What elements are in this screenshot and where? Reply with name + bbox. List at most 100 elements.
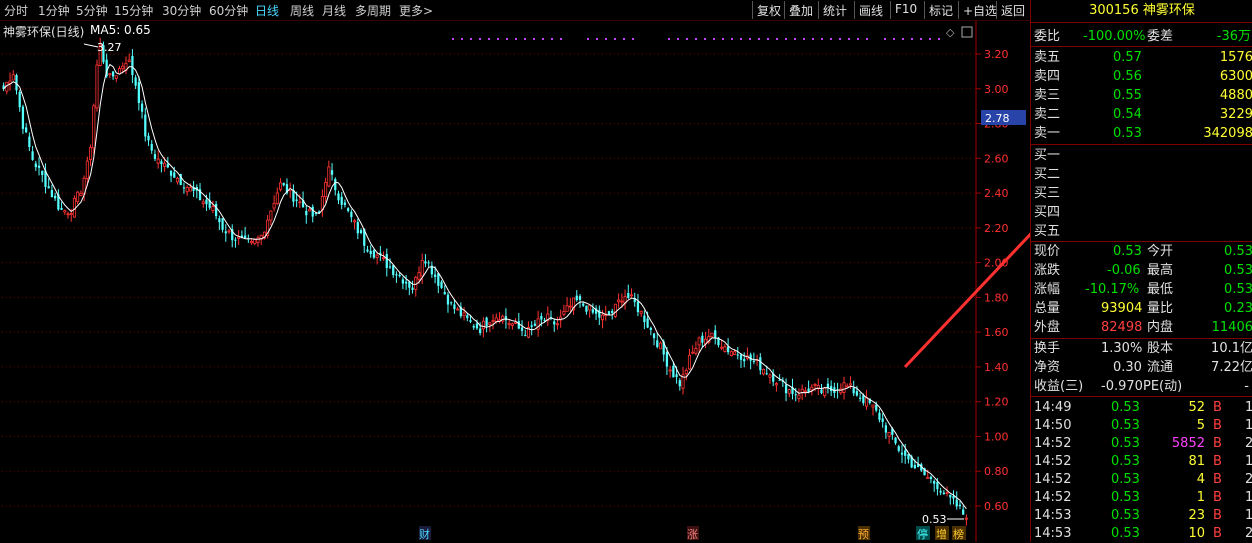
event-dot bbox=[848, 38, 850, 40]
candle bbox=[359, 228, 363, 235]
candle bbox=[591, 303, 594, 315]
candle bbox=[691, 345, 695, 355]
candle bbox=[134, 74, 137, 89]
back-button[interactable]: 返回 bbox=[996, 1, 1029, 19]
candle bbox=[21, 104, 25, 134]
ask-row: 卖一 0.53 342098 bbox=[1034, 126, 1252, 141]
candle bbox=[221, 218, 224, 233]
diamond-icon: ◇ bbox=[946, 26, 955, 39]
event-dot bbox=[884, 38, 886, 40]
period-tab-fenshi[interactable]: 分时 bbox=[4, 2, 28, 19]
candle bbox=[79, 190, 83, 197]
mark-button[interactable]: 标记 bbox=[924, 1, 957, 19]
candle bbox=[256, 235, 260, 247]
candle bbox=[530, 321, 533, 336]
candle bbox=[555, 316, 559, 330]
candle bbox=[124, 56, 128, 75]
draw-line-button[interactable]: 画线 bbox=[854, 1, 887, 19]
candle bbox=[41, 170, 44, 183]
adjust-button[interactable]: 复权 bbox=[752, 1, 785, 19]
candle bbox=[639, 310, 643, 317]
period-tab-monthly[interactable]: 月线 bbox=[322, 2, 346, 19]
period-tab-daily[interactable]: 日线 bbox=[255, 2, 279, 19]
statistics-button[interactable]: 统计 bbox=[818, 1, 851, 19]
candle bbox=[160, 159, 163, 173]
candle bbox=[839, 383, 843, 395]
event-marker-zeng: 增 bbox=[936, 527, 947, 541]
period-tab-weekly[interactable]: 周线 bbox=[290, 2, 314, 19]
candle bbox=[330, 163, 334, 181]
period-tab-more[interactable]: 更多> bbox=[399, 2, 433, 19]
candle bbox=[942, 490, 945, 495]
candle bbox=[658, 341, 663, 350]
tick-time: 14:52 bbox=[1034, 454, 1072, 469]
event-dot bbox=[803, 38, 805, 40]
candle bbox=[5, 81, 9, 95]
stock-code: 300156 bbox=[1089, 3, 1139, 18]
candle bbox=[472, 324, 475, 330]
tick-row: 14:53 0.53 23 B 1 bbox=[1031, 506, 1252, 525]
period-tab-15min[interactable]: 15分钟 bbox=[114, 2, 153, 19]
candle bbox=[411, 280, 414, 294]
period-tab-5min[interactable]: 5分钟 bbox=[76, 2, 108, 19]
event-dot bbox=[461, 38, 463, 40]
event-dot bbox=[686, 38, 688, 40]
candle bbox=[72, 195, 76, 218]
event-marker-yu: 预 bbox=[858, 528, 869, 541]
event-dot bbox=[740, 38, 742, 40]
candle bbox=[952, 490, 955, 505]
tick-price: 0.53 bbox=[1111, 436, 1140, 451]
tick-side: B bbox=[1213, 490, 1222, 505]
event-dot bbox=[677, 38, 679, 40]
event-dot bbox=[920, 38, 922, 40]
candle bbox=[446, 292, 450, 313]
event-dot bbox=[929, 38, 931, 40]
period-tab-60min[interactable]: 60分钟 bbox=[209, 2, 248, 19]
tick-side: B bbox=[1213, 418, 1222, 433]
event-dot bbox=[605, 38, 607, 40]
tick-price: 0.53 bbox=[1111, 472, 1140, 487]
candle bbox=[845, 383, 849, 388]
candle bbox=[76, 190, 80, 205]
candle bbox=[2, 82, 5, 92]
tick-price: 0.53 bbox=[1111, 454, 1140, 469]
candle bbox=[871, 404, 875, 416]
add-watchlist-button[interactable]: +自选 bbox=[958, 1, 1001, 19]
event-dot bbox=[551, 38, 553, 40]
event-dot bbox=[866, 38, 868, 40]
candle bbox=[929, 475, 933, 484]
candle bbox=[11, 70, 15, 81]
event-marker-bang: 榜 bbox=[953, 527, 964, 541]
tick-price: 0.53 bbox=[1111, 508, 1140, 523]
overlay-button[interactable]: 叠加 bbox=[784, 1, 817, 19]
f10-button[interactable]: F10 bbox=[890, 1, 921, 19]
candle bbox=[305, 205, 308, 224]
price-tick-label: 3.00 bbox=[984, 83, 1009, 96]
candle bbox=[520, 320, 524, 337]
price-tick-label: 2.40 bbox=[984, 187, 1009, 200]
candle bbox=[140, 100, 144, 119]
candle bbox=[768, 373, 772, 384]
tick-price: 0.53 bbox=[1111, 400, 1140, 415]
event-dot bbox=[713, 38, 715, 40]
event-dot bbox=[758, 38, 760, 40]
period-tab-1min[interactable]: 1分钟 bbox=[38, 2, 70, 19]
candle bbox=[852, 380, 855, 397]
candle bbox=[629, 288, 634, 298]
candlestick-chart[interactable]: 3.203.002.802.602.402.202.001.801.601.40… bbox=[0, 21, 1030, 542]
tick-volume: 81 bbox=[1188, 454, 1205, 469]
stat-row: 涨幅 -10.17% 最低 0.53 bbox=[1034, 282, 1252, 297]
low-annotation: 0.53 bbox=[922, 513, 964, 526]
event-dot bbox=[902, 38, 904, 40]
tick-side: B bbox=[1213, 436, 1222, 451]
event-marker-cai: 财 bbox=[419, 527, 430, 541]
event-dots bbox=[452, 38, 940, 40]
candle bbox=[92, 103, 96, 155]
period-tab-multi[interactable]: 多周期 bbox=[355, 2, 391, 19]
candle bbox=[553, 319, 556, 332]
candle bbox=[678, 378, 681, 391]
ask-row: 卖三 0.55 4880 bbox=[1034, 88, 1252, 103]
period-tab-30min[interactable]: 30分钟 bbox=[162, 2, 201, 19]
candle bbox=[437, 272, 440, 294]
candle bbox=[652, 332, 656, 346]
